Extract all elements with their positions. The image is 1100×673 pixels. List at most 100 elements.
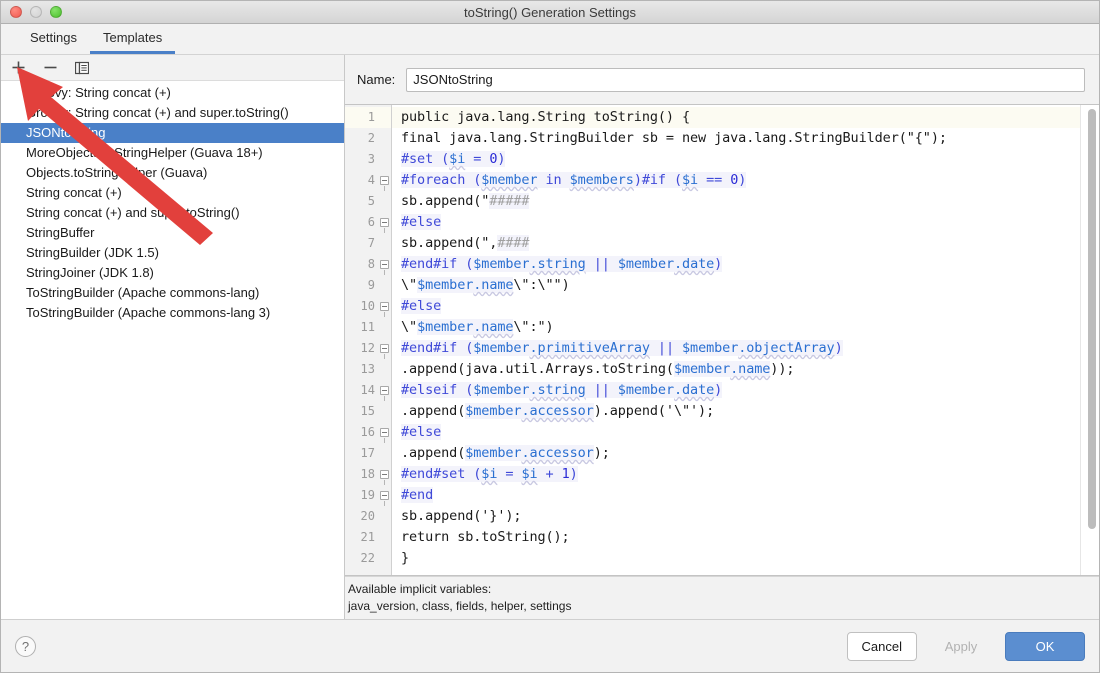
code-token: #if (433, 256, 466, 272)
code-line[interactable]: #end#set ($i = $i + 1) (392, 464, 1080, 485)
list-item[interactable]: StringJoiner (JDK 1.8) (1, 263, 344, 283)
code-token: #### (497, 235, 530, 251)
editor-right-margin (1080, 105, 1099, 575)
list-item[interactable]: String concat (+) and super.toString() (1, 203, 344, 223)
code-line[interactable]: #else (392, 212, 1080, 233)
code-line[interactable]: #elseif ($member.string || $member.date) (392, 380, 1080, 401)
code-line[interactable]: #else (392, 296, 1080, 317)
code-fold-icon[interactable] (380, 470, 389, 485)
code-line[interactable]: .append($member.accessor).append('\"'); (392, 401, 1080, 422)
code-token: ) (834, 340, 843, 356)
code-line[interactable]: sb.append(",#### (392, 233, 1080, 254)
code-token: #end (401, 466, 434, 482)
code-token: $member (465, 403, 522, 419)
tab-templates[interactable]: Templates (89, 31, 176, 54)
line-number: 18 (345, 464, 391, 485)
code-token: $member (481, 172, 538, 188)
copy-icon (75, 61, 89, 74)
line-number: 1 (345, 107, 391, 128)
line-number: 3 (367, 152, 375, 166)
close-button[interactable] (10, 6, 22, 18)
code-fold-icon[interactable] (380, 176, 389, 191)
list-item[interactable]: Objects.toStringHelper (Guava) (1, 163, 344, 183)
code-line[interactable]: #set ($i = 0) (392, 149, 1080, 170)
add-template-button[interactable] (7, 58, 29, 78)
list-item[interactable]: StringBuilder (JDK 1.5) (1, 243, 344, 263)
dialog-footer: ? Cancel Apply OK (1, 619, 1099, 672)
code-fold-icon[interactable] (380, 218, 389, 233)
list-item[interactable]: ToStringBuilder (Apache commons-lang) (1, 283, 344, 303)
line-number: 15 (360, 404, 375, 418)
code-fold-icon[interactable] (380, 302, 389, 317)
code-line[interactable]: #foreach ($member in $members)#if ($i ==… (392, 170, 1080, 191)
code-line[interactable]: sb.append('}'); (392, 506, 1080, 527)
copy-template-button[interactable] (71, 58, 93, 78)
code-token: .string (529, 256, 586, 272)
code-token: $member (417, 277, 474, 293)
code-token: $member (682, 340, 739, 356)
code-line[interactable]: #else (392, 422, 1080, 443)
list-item[interactable]: String concat (+) (1, 183, 344, 203)
code-token: $member (473, 382, 530, 398)
code-fold-icon[interactable] (380, 260, 389, 275)
code-token: || (585, 382, 618, 398)
list-item[interactable]: StringBuffer (1, 223, 344, 243)
list-item[interactable]: MoreObjects.toStringHelper (Guava 18+) (1, 143, 344, 163)
code-token: $members (569, 172, 634, 188)
code-line[interactable]: \"$member.name\":") (392, 317, 1080, 338)
code-content[interactable]: public java.lang.String toString() { fina… (392, 105, 1080, 575)
help-button[interactable]: ? (15, 635, 36, 657)
code-token: #set (401, 151, 442, 167)
cancel-button[interactable]: Cancel (846, 631, 917, 661)
hint-line-2: java_version, class, fields, helper, set… (348, 599, 572, 613)
code-fold-icon[interactable] (380, 344, 389, 359)
list-item[interactable]: Groovy: String concat (+) (1, 83, 344, 103)
code-token: $i (521, 466, 538, 482)
list-item[interactable]: ToStringBuilder (Apache commons-lang 3) (1, 303, 344, 323)
minimize-button[interactable] (30, 6, 42, 18)
code-line[interactable]: return sb.toString(); (392, 527, 1080, 548)
code-token: ) (738, 172, 747, 188)
remove-template-button[interactable] (39, 58, 61, 78)
code-line[interactable]: \"$member.name\":\"") (392, 275, 1080, 296)
code-token: .name (473, 277, 514, 293)
code-token: .append( (401, 403, 466, 419)
template-name-input[interactable] (406, 67, 1085, 92)
code-line[interactable]: .append($member.accessor); (392, 443, 1080, 464)
ok-button[interactable]: OK (1005, 631, 1085, 661)
maximize-button[interactable] (50, 6, 62, 18)
code-line[interactable]: #end#if ($member.string || $member.date) (392, 254, 1080, 275)
code-line[interactable]: sb.append("##### (392, 191, 1080, 212)
tab-settings[interactable]: Settings (17, 31, 90, 54)
name-row: Name: (345, 55, 1099, 104)
code-fold-icon[interactable] (380, 386, 389, 401)
code-line[interactable]: #end (392, 485, 1080, 506)
code-token: ) (714, 256, 723, 272)
code-fold-icon[interactable] (380, 491, 389, 506)
code-line[interactable]: .append(java.util.Arrays.toString($membe… (392, 359, 1080, 380)
line-number: 20 (360, 509, 375, 523)
code-token: sb.append('}'); (401, 508, 522, 524)
template-editor-panel: Name: 1234567891011121314151617181920212… (345, 55, 1099, 619)
vertical-scrollbar[interactable] (1088, 109, 1096, 529)
code-fold-icon[interactable] (380, 428, 389, 443)
code-line[interactable]: } (392, 548, 1080, 569)
apply-button[interactable]: Apply (926, 631, 996, 661)
code-token: } (401, 550, 410, 566)
code-token: ) (714, 382, 723, 398)
code-token: \":\"") (513, 277, 570, 293)
list-item[interactable]: Groovy: String concat (+) and super.toSt… (1, 103, 344, 123)
code-line[interactable]: #end#if ($member.primitiveArray || $memb… (392, 338, 1080, 359)
window-title: toString() Generation Settings (464, 4, 636, 20)
list-item[interactable]: JSONtoString (1, 123, 344, 143)
line-number: 14 (345, 380, 391, 401)
code-line[interactable]: final java.lang.StringBuilder sb = new j… (392, 128, 1080, 149)
template-list[interactable]: Groovy: String concat (+) Groovy: String … (1, 81, 344, 619)
code-editor[interactable]: 1 2 3 4 5 6 7 8 9 10 11 12 13 14 15 16 17 18 19 20 21 22 publ… (345, 104, 1099, 576)
code-token: public java.lang.String toString() { (401, 109, 690, 125)
code-token: #foreach (401, 172, 474, 188)
code-token: #else (401, 214, 442, 230)
templates-panel: Groovy: String concat (+) Groovy: String … (1, 55, 345, 619)
code-line[interactable]: public java.lang.String toString() { (392, 107, 1080, 128)
line-number: 11 (360, 320, 375, 334)
